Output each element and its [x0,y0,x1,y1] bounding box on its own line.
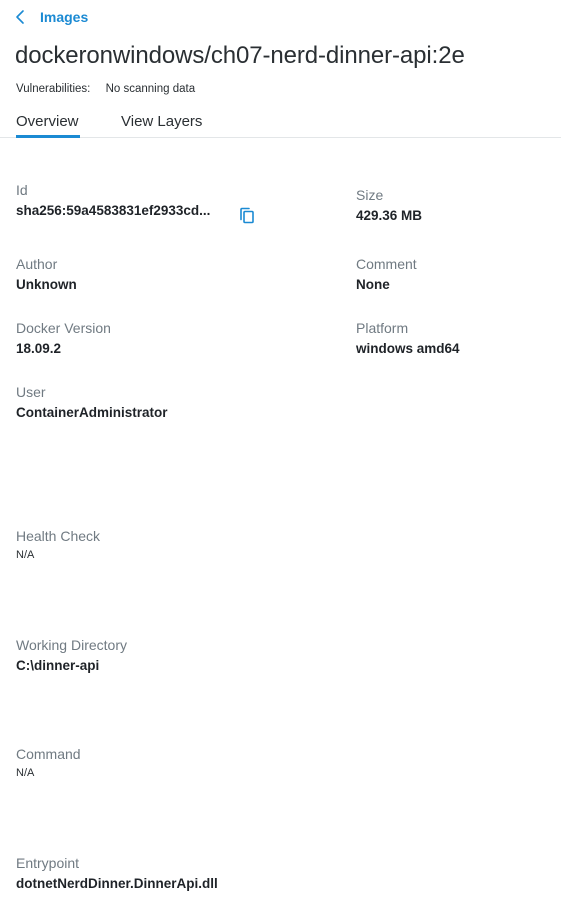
detail-health-check: Health Check N/A [16,528,100,561]
detail-id-label: Id [16,182,28,198]
detail-docker-version: Docker Version 18.09.2 [16,320,111,356]
detail-size-value: 429.36 MB [356,208,423,223]
vulnerabilities-label: Vulnerabilities: [16,83,91,95]
chevron-left-icon [16,10,24,24]
detail-size-label: Size [356,187,384,203]
detail-command: Command N/A [16,746,81,779]
detail-platform-value: windows amd64 [356,341,460,356]
detail-working-directory-label: Working Directory [16,637,127,653]
detail-comment-value: None [356,277,390,292]
detail-size: Size 429.36 MB [356,187,422,223]
tab-overview[interactable]: Overview [16,113,80,138]
tab-bar: Overview View Layers [0,109,561,138]
detail-working-directory-value: C:\dinner-api [16,658,100,673]
detail-user-label: User [16,384,46,400]
detail-user-value: ContainerAdministrator [16,405,168,420]
detail-comment: Comment None [356,256,417,292]
detail-entrypoint: Entrypoint dotnetNerdDinner.DinnerApi.dl… [16,855,218,891]
detail-author-label: Author [16,256,58,272]
detail-id: Id sha256:59a4583831ef2933cd... [16,182,210,218]
detail-command-label: Command [16,746,81,762]
detail-id-value: sha256:59a4583831ef2933cd... [16,203,211,218]
page-title: dockeronwindows/ch07-nerd-dinner-api:2e [15,42,465,69]
detail-health-check-value: N/A [16,549,35,561]
back-to-images-link[interactable]: Images [14,9,88,25]
detail-platform: Platform windows amd64 [356,320,460,356]
copy-icon[interactable] [239,207,255,225]
detail-health-check-label: Health Check [16,528,101,544]
detail-author: Author Unknown [16,256,77,292]
detail-comment-label: Comment [356,256,417,272]
detail-platform-label: Platform [356,320,409,336]
detail-entrypoint-label: Entrypoint [16,855,80,871]
back-link-label: Images [40,9,89,25]
detail-working-directory: Working Directory C:\dinner-api [16,637,127,673]
detail-docker-version-label: Docker Version [16,320,111,336]
detail-docker-version-value: 18.09.2 [16,341,62,356]
detail-author-value: Unknown [16,277,77,292]
detail-user: User ContainerAdministrator [16,384,168,420]
vulnerabilities-row: Vulnerabilities: No scanning data [16,83,195,95]
tab-view-layers[interactable]: View Layers [121,113,202,130]
detail-entrypoint-value: dotnetNerdDinner.DinnerApi.dll [16,876,218,891]
detail-command-value: N/A [16,767,35,779]
vulnerabilities-value: No scanning data [105,83,196,95]
